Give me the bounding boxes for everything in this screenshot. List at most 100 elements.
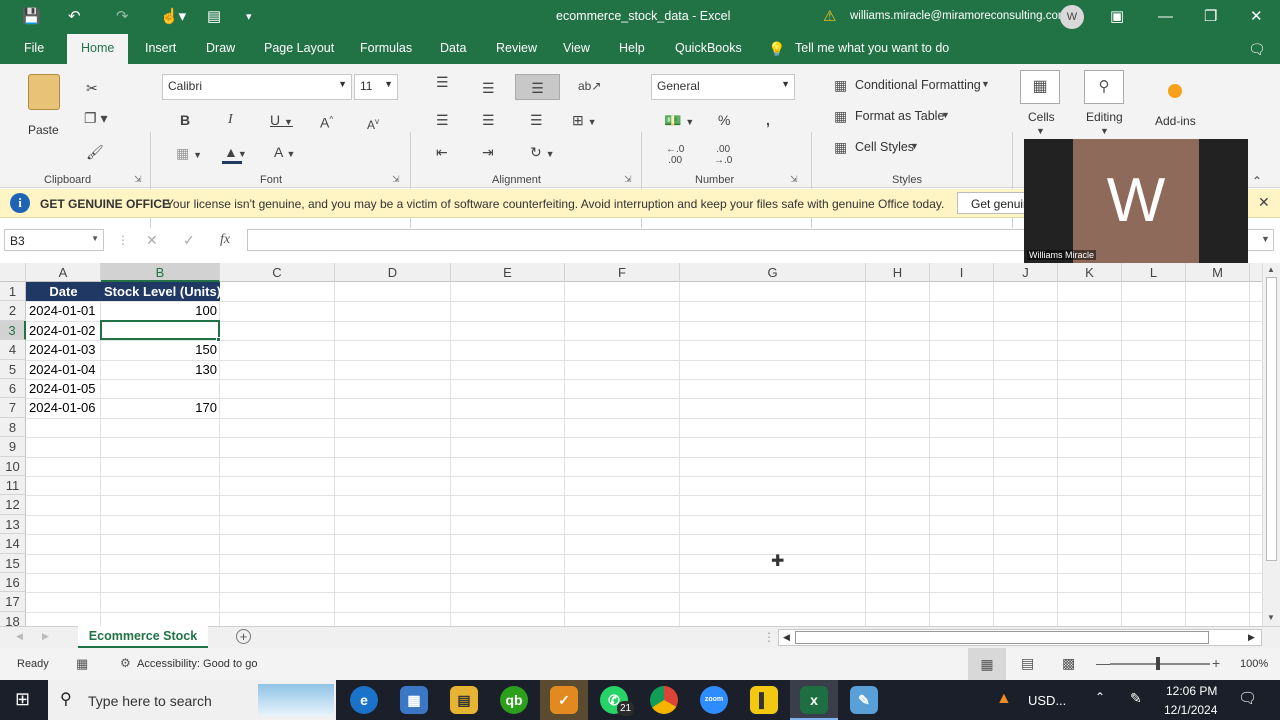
column-header-m[interactable]: M bbox=[1186, 263, 1250, 282]
insert-function-icon[interactable]: fx bbox=[220, 232, 230, 248]
row-header-11[interactable]: 11 bbox=[0, 476, 26, 496]
row-header-3[interactable]: 3 bbox=[0, 320, 26, 341]
power-bi-icon[interactable]: ▌ bbox=[750, 686, 778, 714]
scroll-down-icon[interactable]: ▼ bbox=[1267, 613, 1275, 622]
merge-center-icon[interactable]: ⊞ ▼ bbox=[572, 110, 597, 132]
windows-start-icon[interactable]: ⊞ bbox=[15, 690, 30, 708]
bold-icon[interactable]: B bbox=[180, 110, 190, 130]
format-painter-icon[interactable]: 🖌 bbox=[86, 142, 104, 162]
cut-icon[interactable]: ✂ bbox=[86, 78, 98, 98]
borders-icon[interactable]: ▦ ▼ bbox=[176, 143, 202, 165]
row-header-18[interactable]: 18 bbox=[0, 611, 26, 626]
increase-font-icon[interactable]: A^ bbox=[320, 110, 333, 133]
horizontal-scroll-thumb[interactable] bbox=[795, 631, 1209, 644]
name-box[interactable]: B3 ▼ bbox=[4, 229, 104, 251]
align-right-icon[interactable]: ☰ bbox=[530, 110, 543, 130]
notifications-icon[interactable]: 🗨 bbox=[1238, 689, 1257, 707]
number-format-select[interactable]: General ▼ bbox=[651, 74, 795, 100]
undo-icon[interactable]: ↶ bbox=[68, 8, 81, 26]
macro-recording-icon[interactable]: ▦ bbox=[76, 656, 88, 672]
scroll-left-icon[interactable]: ◀ bbox=[783, 632, 790, 643]
touch-mode-icon[interactable]: ☝▾ bbox=[160, 8, 186, 26]
align-center-icon[interactable]: ☰ bbox=[482, 110, 495, 130]
vertical-scroll-thumb[interactable] bbox=[1266, 277, 1277, 561]
tab-formulas[interactable]: Formulas bbox=[360, 41, 412, 55]
stock-cell[interactable] bbox=[101, 379, 220, 398]
tab-page-layout[interactable]: Page Layout bbox=[264, 41, 334, 55]
header-cell-date[interactable]: Date bbox=[26, 282, 101, 301]
zoom-out-icon[interactable]: — bbox=[1096, 655, 1110, 671]
paste-button[interactable]: Paste bbox=[28, 123, 59, 137]
comments-icon[interactable]: 🗨 bbox=[1248, 41, 1266, 58]
zoom-in-icon[interactable]: + bbox=[1212, 655, 1220, 671]
align-bottom-button[interactable]: ☰ bbox=[515, 74, 560, 100]
column-header-f[interactable]: F bbox=[565, 263, 680, 282]
avatar[interactable]: W bbox=[1060, 5, 1084, 29]
accessibility-status[interactable]: Accessibility: Good to go bbox=[137, 658, 257, 670]
cell-styles-button[interactable]: Cell Styles bbox=[855, 140, 914, 154]
tab-review[interactable]: Review bbox=[496, 41, 537, 55]
close-icon[interactable]: ✕ bbox=[1258, 194, 1270, 211]
minimize-icon[interactable]: — bbox=[1158, 8, 1173, 26]
user-email[interactable]: williams.miracle@miramoreconsulting.com bbox=[850, 10, 1067, 22]
expand-formula-icon[interactable]: ▼ bbox=[1261, 234, 1270, 244]
decrease-indent-icon[interactable]: ⇤ bbox=[436, 142, 448, 162]
date-cell[interactable]: 2024-01-06 bbox=[26, 398, 101, 417]
orientation-icon[interactable]: ab↗ bbox=[578, 76, 601, 96]
collapse-ribbon-icon[interactable]: ⌃ bbox=[1252, 174, 1262, 188]
tab-home[interactable]: Home bbox=[67, 34, 129, 64]
row-header-17[interactable]: 17 bbox=[0, 592, 26, 612]
row-header-5[interactable]: 5 bbox=[0, 359, 26, 379]
page-break-view-icon[interactable]: ▩ bbox=[1062, 655, 1075, 672]
row-header-13[interactable]: 13 bbox=[0, 514, 26, 535]
tab-insert[interactable]: Insert bbox=[145, 41, 176, 55]
conditional-formatting-button[interactable]: Conditional Formatting bbox=[855, 78, 981, 92]
column-header-b[interactable]: B bbox=[101, 263, 220, 282]
row-header-12[interactable]: 12 bbox=[0, 495, 26, 515]
dialog-launcher-icon[interactable]: ⇲ bbox=[790, 174, 798, 185]
installer-icon[interactable]: ✓ bbox=[550, 686, 578, 714]
accounting-format-icon[interactable]: 💵 ▼ bbox=[664, 110, 694, 132]
header-cell-stock-level[interactable]: Stock Level (Units) bbox=[101, 282, 221, 301]
column-header-k[interactable]: K bbox=[1058, 263, 1122, 282]
increase-decimal-icon[interactable]: ←.0.00 bbox=[666, 144, 684, 166]
date-cell[interactable]: 2024-01-04 bbox=[26, 360, 101, 379]
font-color-icon[interactable]: A ▼ bbox=[274, 142, 295, 164]
notepad-icon[interactable]: ✎ bbox=[850, 686, 878, 714]
tab-help[interactable]: Help bbox=[619, 41, 645, 55]
form-icon[interactable]: ▤ bbox=[207, 8, 221, 26]
previous-sheet-icon[interactable]: ◀ bbox=[16, 631, 23, 642]
align-left-icon[interactable]: ☰ bbox=[436, 110, 449, 130]
row-header-7[interactable]: 7 bbox=[0, 398, 26, 418]
date-cell[interactable]: 2024-01-03 bbox=[26, 340, 101, 359]
decrease-font-icon[interactable]: Av bbox=[367, 112, 379, 135]
italic-icon[interactable]: I bbox=[228, 110, 233, 130]
enter-icon[interactable]: ✓ bbox=[183, 232, 195, 249]
font-name-select[interactable]: Calibri ▼ bbox=[162, 74, 352, 100]
column-header-d[interactable]: D bbox=[335, 263, 451, 282]
search-icon[interactable]: ⚲ bbox=[1084, 70, 1124, 104]
paste-icon[interactable] bbox=[28, 74, 60, 110]
scroll-up-icon[interactable]: ▲ bbox=[1267, 265, 1275, 274]
column-header-l[interactable]: L bbox=[1122, 263, 1186, 282]
edge-icon[interactable]: e bbox=[350, 686, 378, 714]
row-header-10[interactable]: 10 bbox=[0, 456, 26, 476]
addins-icon[interactable] bbox=[1168, 84, 1182, 98]
addins-button[interactable]: Add-ins bbox=[1155, 114, 1196, 128]
format-as-table-button[interactable]: Format as Table bbox=[855, 109, 944, 123]
column-header-e[interactable]: E bbox=[451, 263, 565, 282]
store-icon[interactable]: ▦ bbox=[400, 686, 428, 714]
tray-chevron-icon[interactable]: ⌃ bbox=[1095, 690, 1105, 704]
zoom-slider[interactable] bbox=[1110, 663, 1210, 665]
select-all-corner[interactable] bbox=[0, 263, 26, 282]
spreadsheet-grid[interactable]: A B C D E F G H I J K L M 1 2 3 4 5 6 7 … bbox=[0, 263, 1262, 626]
next-sheet-icon[interactable]: ▶ bbox=[42, 631, 49, 642]
zoom-level[interactable]: 100% bbox=[1240, 658, 1268, 670]
tab-file[interactable]: File bbox=[24, 41, 44, 55]
date-cell[interactable]: 2024-01-02 bbox=[26, 321, 101, 340]
add-sheet-icon[interactable]: + bbox=[236, 629, 251, 644]
cells-icon[interactable]: ▦ bbox=[1020, 70, 1060, 104]
row-header-6[interactable]: 6 bbox=[0, 379, 26, 399]
underline-icon[interactable]: U ▼ bbox=[270, 110, 293, 132]
row-header-2[interactable]: 2 bbox=[0, 301, 26, 321]
